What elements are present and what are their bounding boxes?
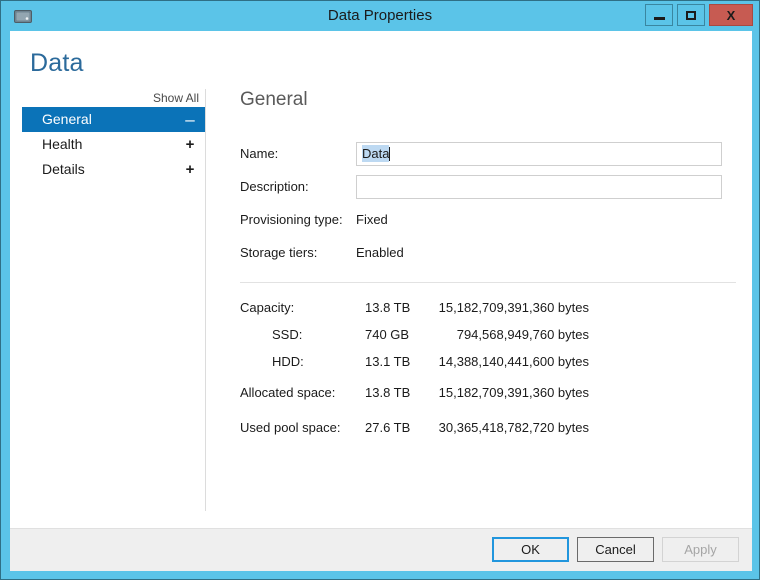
name-input[interactable]: Data	[356, 141, 722, 166]
collapse-icon: –	[185, 110, 195, 129]
expand-icon: +	[185, 161, 195, 178]
field-label: Storage tiers:	[240, 245, 318, 260]
window-controls: X	[645, 4, 753, 26]
field-name: Name: Data	[231, 137, 736, 170]
capacity-label: Used pool space:	[240, 420, 341, 435]
table-row: SSD: 740 GB 794,568,949,760 bytes	[240, 321, 589, 348]
capacity-size: 740 GB	[365, 327, 410, 342]
table-row: Used pool space: 27.6 TB 30,365,418,782,…	[240, 410, 589, 445]
maximize-icon	[686, 10, 696, 20]
capacity-table: Capacity: 13.8 TB 15,182,709,391,360 byt…	[240, 294, 589, 445]
footer-buttons: OK Cancel Apply	[492, 537, 739, 562]
capacity-bytes: 14,388,140,441,600 bytes	[438, 354, 589, 369]
maximize-button[interactable]	[677, 4, 705, 26]
field-description: Description:	[231, 170, 736, 203]
capacity-label: Capacity:	[240, 300, 295, 315]
nav-item-details[interactable]: Details +	[22, 157, 205, 182]
capacity-label: HDD:	[272, 354, 304, 369]
field-label: Name:	[240, 146, 279, 161]
capacity-size: 27.6 TB	[365, 420, 411, 435]
name-input-value: Data	[362, 145, 390, 162]
page-title: Data	[30, 49, 84, 77]
field-label: Description:	[240, 179, 309, 194]
section-divider	[240, 282, 736, 283]
dialog-body: Data Show All General – Health + Details…	[10, 31, 752, 528]
text-caret	[389, 146, 391, 161]
capacity-size: 13.1 TB	[365, 354, 411, 369]
capacity-bytes: 15,182,709,391,360 bytes	[438, 300, 589, 315]
capacity-label: Allocated space:	[240, 385, 336, 400]
nav-item-label: Health	[42, 136, 83, 152]
nav-item-label: Details	[42, 161, 85, 177]
section-title: General	[240, 89, 308, 110]
minimize-icon	[653, 16, 665, 20]
description-input[interactable]	[356, 174, 722, 199]
table-row: Capacity: 13.8 TB 15,182,709,391,360 byt…	[240, 294, 589, 321]
field-label: Provisioning type:	[240, 212, 343, 227]
capacity-label: SSD:	[272, 327, 303, 342]
capacity-bytes: 30,365,418,782,720 bytes	[438, 420, 589, 435]
content-pane: General Name: Data Description: Provisio…	[231, 89, 736, 445]
apply-button: Apply	[662, 537, 739, 562]
storage-tiers-value: Enabled	[356, 245, 404, 260]
table-row: Allocated space: 13.8 TB 15,182,709,391,…	[240, 375, 589, 410]
nav-item-health[interactable]: Health +	[22, 132, 205, 157]
provisioning-type-value: Fixed	[356, 212, 388, 227]
field-storage-tiers: Storage tiers: Enabled	[231, 236, 736, 269]
cancel-button[interactable]: Cancel	[577, 537, 654, 562]
capacity-bytes: 794,568,949,760 bytes	[456, 327, 589, 342]
table-row: HDD: 13.1 TB 14,388,140,441,600 bytes	[240, 348, 589, 375]
title-bar[interactable]: Data Properties X	[1, 1, 759, 31]
nav-item-general[interactable]: General –	[22, 107, 205, 132]
capacity-size: 13.8 TB	[365, 300, 411, 315]
dialog-footer: OK Cancel Apply	[10, 528, 752, 571]
nav-content-divider	[205, 89, 206, 511]
ok-button[interactable]: OK	[492, 537, 569, 562]
capacity-bytes: 15,182,709,391,360 bytes	[438, 385, 589, 400]
properties-window: Data Properties X Data Show All General …	[0, 0, 760, 580]
field-provisioning-type: Provisioning type: Fixed	[231, 203, 736, 236]
nav-list: Show All General – Health + Details +	[22, 89, 205, 182]
expand-icon: +	[185, 136, 195, 153]
show-all-link[interactable]: Show All	[22, 89, 205, 107]
capacity-size: 13.8 TB	[365, 385, 411, 400]
nav-item-label: General	[42, 111, 92, 127]
minimize-button[interactable]	[645, 4, 673, 26]
close-button[interactable]: X	[709, 4, 753, 26]
